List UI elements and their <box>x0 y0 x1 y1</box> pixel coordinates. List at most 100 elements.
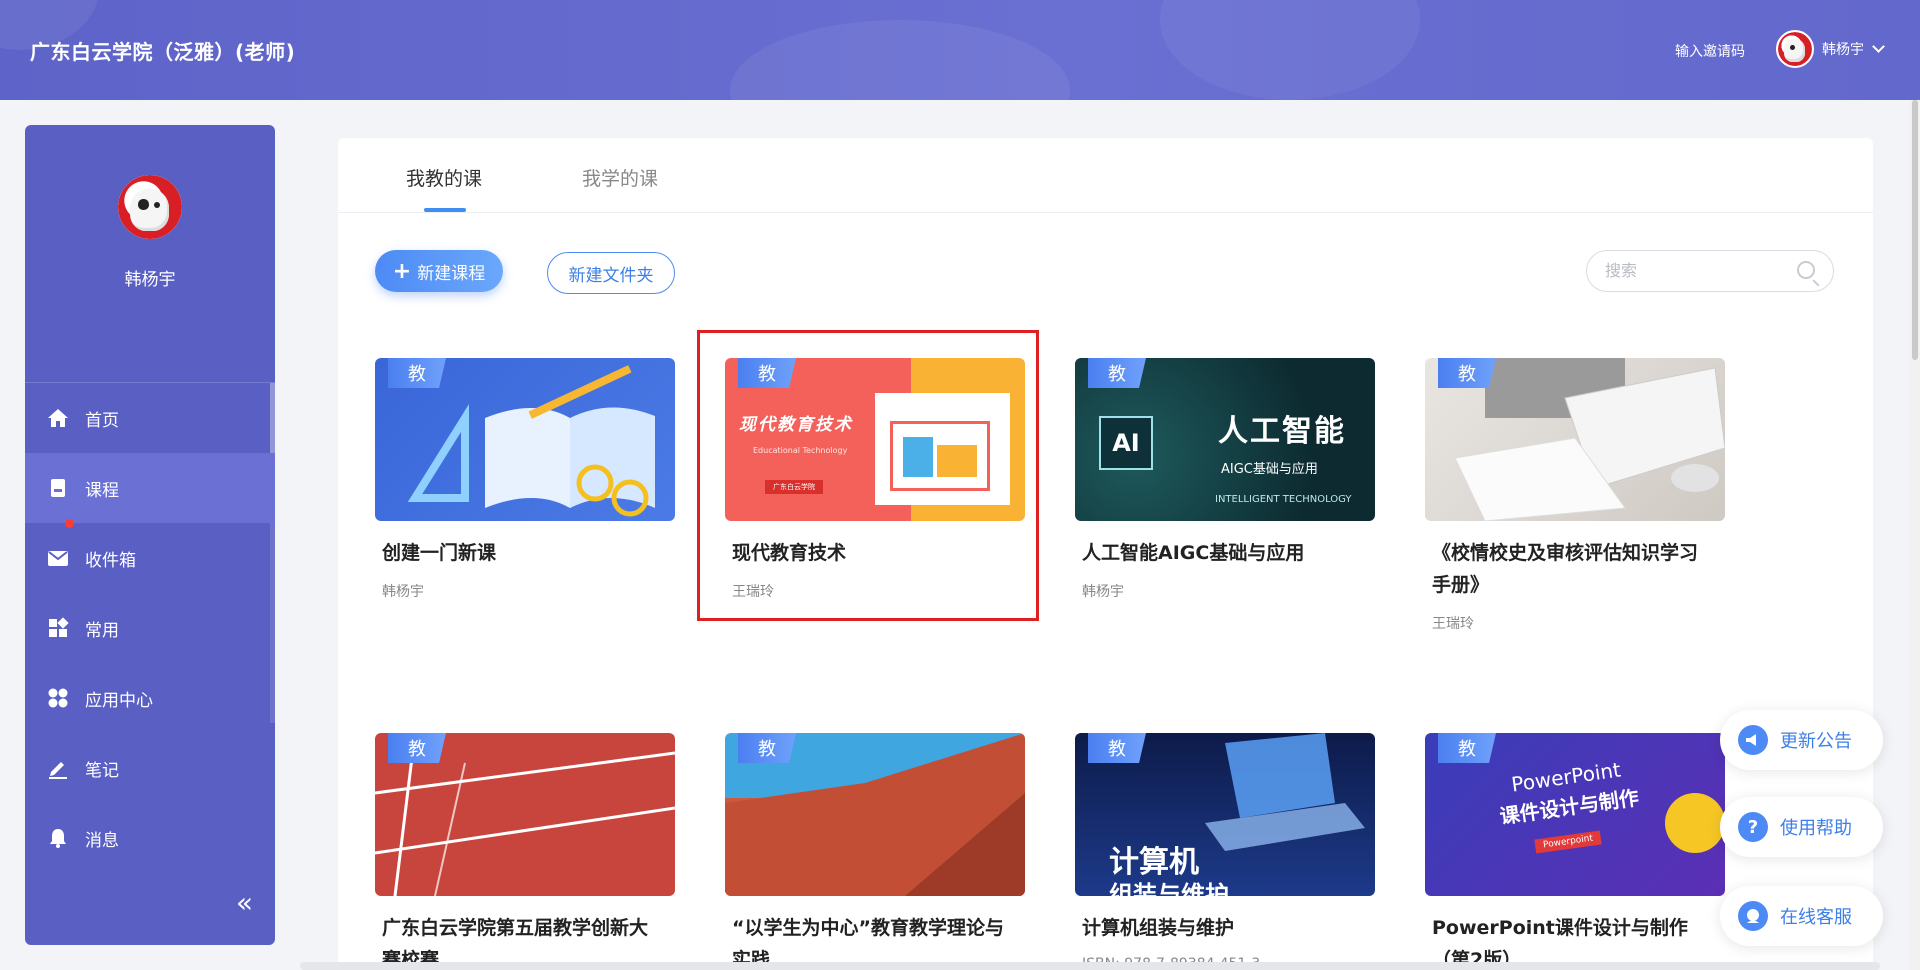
thumbnail-tag: Powerpoint <box>1534 830 1602 854</box>
pen-icon <box>47 757 69 779</box>
teacher-badge: 教 <box>1088 358 1146 388</box>
service-button[interactable]: 在线客服 <box>1720 886 1883 946</box>
teacher-badge: 教 <box>738 358 796 388</box>
sidebar-item-home[interactable]: 首页 <box>25 383 275 453</box>
ai-chip: AI <box>1099 416 1153 470</box>
home-icon <box>47 407 69 429</box>
course-card[interactable]: 教 计算机 组装与维护 计算机组装与维护 ISBN: 978-7-89384-4… <box>1075 733 1375 968</box>
course-teacher: 王瑞玲 <box>1432 616 1474 632</box>
sidebar-item-label: 消息 <box>85 830 119 851</box>
chevron-down-icon[interactable] <box>1872 40 1885 53</box>
course-card[interactable]: 教 AI 人工智能 AIGC基础与应用 INTELLIGENT TECHNOLO… <box>1075 358 1375 601</box>
sidebar-item-label: 应用中心 <box>85 690 153 711</box>
help-label: 使用帮助 <box>1780 818 1852 839</box>
decorative-circle <box>1665 793 1725 853</box>
thumbnail-title: 人工智能 <box>1218 414 1346 449</box>
header-decoration <box>1160 0 1420 100</box>
sidebar: 韩杨宇 首页 课程 收件箱 常用 应用中心 笔记 消息 « <box>25 125 275 945</box>
horizontal-scrollbar[interactable] <box>300 962 1880 970</box>
invite-code-link[interactable]: 输入邀请码 <box>1675 41 1745 61</box>
unread-dot <box>65 519 74 528</box>
course-teacher: 韩杨宇 <box>382 584 424 600</box>
new-folder-button[interactable]: 新建文件夹 <box>547 252 675 294</box>
teacher-badge: 教 <box>1438 733 1496 763</box>
course-teacher: 韩杨宇 <box>1082 584 1124 600</box>
book-icon <box>47 477 69 499</box>
user-menu[interactable]: 韩杨宇 <box>1776 30 1885 68</box>
thumbnail-subtitle: Educational Technology <box>753 446 848 455</box>
course-teacher: 王瑞玲 <box>732 584 774 600</box>
course-thumbnail[interactable]: 教 AI 人工智能 AIGC基础与应用 INTELLIGENT TECHNOLO… <box>1075 358 1375 521</box>
thumbnail-title: 现代教育技术 <box>739 415 853 435</box>
sidebar-item-label: 常用 <box>85 620 119 641</box>
sidebar-item-course[interactable]: 课程 <box>25 453 275 523</box>
sidebar-item-label: 课程 <box>85 480 119 501</box>
course-title[interactable]: 《校情校史及审核评估知识学习手册》 <box>1425 537 1715 601</box>
service-label: 在线客服 <box>1780 907 1852 928</box>
illustration-panel <box>875 393 1010 505</box>
main-panel: 我教的课 我学的课 + 新建课程 新建文件夹 教 创建一门新课 韩杨宇 教 <box>338 138 1873 968</box>
course-thumbnail[interactable]: 教 <box>1425 358 1725 521</box>
search-icon[interactable] <box>1797 261 1815 279</box>
apps-icon <box>47 687 69 709</box>
sidebar-item-label: 笔记 <box>85 760 119 781</box>
mail-icon <box>47 547 69 569</box>
course-card[interactable]: 教 现代教育技术 Educational Technology 广东白云学院 现… <box>725 358 1025 601</box>
course-thumbnail[interactable]: 教 现代教育技术 Educational Technology 广东白云学院 <box>725 358 1025 521</box>
announcement-button[interactable]: 更新公告 <box>1720 710 1883 770</box>
sidebar-nav: 首页 课程 收件箱 常用 应用中心 笔记 消息 <box>25 383 275 873</box>
course-card[interactable]: 教 “以学生为中心”教育教学理论与实践 <box>725 733 1025 968</box>
page-scroll-thumb[interactable] <box>1912 100 1918 360</box>
course-title[interactable]: 创建一门新课 <box>375 537 665 569</box>
course-thumbnail[interactable]: 教 计算机 组装与维护 <box>1075 733 1375 896</box>
teacher-badge: 教 <box>1088 733 1146 763</box>
search-box[interactable] <box>1586 250 1834 292</box>
course-title[interactable]: 现代教育技术 <box>725 537 1015 569</box>
course-thumbnail[interactable]: 教 PowerPoint 课件设计与制作 Powerpoint <box>1425 733 1725 896</box>
page-scrollbar[interactable] <box>1910 100 1920 970</box>
new-course-label: 新建课程 <box>417 263 486 284</box>
avatar[interactable] <box>118 175 182 239</box>
course-card[interactable]: 教 PowerPoint 课件设计与制作 Powerpoint PowerPoi… <box>1425 733 1725 968</box>
course-thumbnail[interactable]: 教 <box>725 733 1025 896</box>
teacher-badge: 教 <box>738 733 796 763</box>
sidebar-item-notes[interactable]: 笔记 <box>25 733 275 803</box>
course-title[interactable]: 计算机组装与维护 <box>1075 912 1365 944</box>
course-title[interactable]: 人工智能AIGC基础与应用 <box>1075 537 1365 569</box>
course-title[interactable]: “以学生为中心”教育教学理论与实践 <box>725 912 1015 968</box>
thumbnail-tag: 广东白云学院 <box>765 480 823 494</box>
course-card[interactable]: 教 广东白云学院第五届教学创新大赛校赛 <box>375 733 675 968</box>
tab-learning[interactable]: 我学的课 <box>582 164 658 191</box>
sidebar-item-inbox[interactable]: 收件箱 <box>25 519 275 593</box>
search-input[interactable] <box>1605 261 1785 280</box>
new-course-button[interactable]: + 新建课程 <box>375 250 503 292</box>
sidebar-item-label: 首页 <box>85 410 119 431</box>
teacher-badge: 教 <box>1438 358 1496 388</box>
teacher-badge: 教 <box>388 733 446 763</box>
megaphone-icon <box>1738 725 1768 755</box>
plus-icon: + <box>392 258 412 284</box>
collapse-sidebar-button[interactable]: « <box>236 889 253 917</box>
service-icon <box>1738 901 1768 931</box>
course-thumbnail[interactable]: 教 <box>375 733 675 896</box>
course-title[interactable]: 广东白云学院第五届教学创新大赛校赛 <box>375 912 665 968</box>
course-card[interactable]: 教 《校情校史及审核评估知识学习手册》 王瑞玲 <box>1425 358 1725 633</box>
user-name: 韩杨宇 <box>1822 42 1864 58</box>
course-thumbnail[interactable]: 教 <box>375 358 675 521</box>
tab-teaching[interactable]: 我教的课 <box>406 164 482 191</box>
sidebar-item-apps[interactable]: 应用中心 <box>25 663 275 733</box>
bell-icon <box>47 827 69 849</box>
top-header: 广东白云学院（泛雅）(老师) 输入邀请码 韩杨宇 <box>0 0 1920 100</box>
help-button[interactable]: ? 使用帮助 <box>1720 797 1883 857</box>
thumbnail-caption: INTELLIGENT TECHNOLOGY <box>1215 494 1352 505</box>
course-title[interactable]: PowerPoint课件设计与制作（第2版） <box>1425 912 1715 968</box>
sidebar-item-messages[interactable]: 消息 <box>25 803 275 873</box>
course-card[interactable]: 教 创建一门新课 韩杨宇 <box>375 358 675 601</box>
sidebar-item-label: 收件箱 <box>85 550 136 571</box>
announcement-label: 更新公告 <box>1780 731 1852 752</box>
sidebar-item-common[interactable]: 常用 <box>25 593 275 663</box>
thumbnail-subtitle: AIGC基础与应用 <box>1221 462 1318 477</box>
help-icon: ? <box>1738 812 1768 842</box>
header-decoration <box>730 20 1070 100</box>
tab-active-indicator <box>424 208 466 212</box>
